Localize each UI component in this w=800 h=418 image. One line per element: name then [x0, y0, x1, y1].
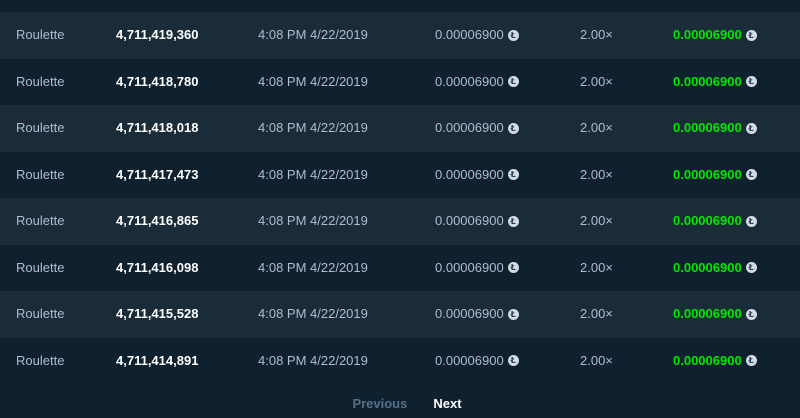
- bet-amount-value: 0.00006900: [435, 120, 504, 135]
- bet-id-cell[interactable]: 4,711,419,360: [116, 12, 198, 59]
- bet-amount-cell: 0.00006900: [435, 198, 519, 245]
- game-cell[interactable]: Roulette: [16, 245, 64, 292]
- time-cell: 4:08 PM 4/22/2019: [258, 306, 368, 321]
- multiplier-cell: 2.00×: [580, 27, 613, 42]
- multiplier-cell: 2.00×: [580, 352, 613, 368]
- table-row[interactable]: Roulette 4,711,415,528 4:08 PM 4/22/2019 0.…: [0, 291, 800, 338]
- litecoin-icon: [507, 355, 519, 367]
- payout-cell: 0.00006900: [673, 12, 757, 59]
- litecoin-icon: [745, 215, 757, 227]
- time-cell: 4:08 PM 4/22/2019: [258, 259, 368, 275]
- bet-id-cell[interactable]: 4,711,416,865: [116, 198, 198, 245]
- time-cell: 4:08 PM 4/22/2019: [258, 73, 368, 89]
- bet-id-cell[interactable]: 4,711,414,891: [116, 338, 198, 385]
- payout-value: 0.00006900: [673, 306, 742, 321]
- time-cell: 4:08 PM 4/22/2019: [258, 166, 368, 182]
- payout-cell: 0.00006900: [673, 338, 757, 385]
- bet-id-cell[interactable]: 4,711,416,098: [116, 245, 198, 292]
- bet-amount-value: 0.00006900: [435, 213, 504, 228]
- bet-amount-cell: 0.00006900: [435, 338, 519, 385]
- payout-cell: 0.00006900: [673, 59, 757, 106]
- multiplier-cell: 2.00×: [580, 213, 613, 228]
- bet-amount-value: 0.00006900: [435, 259, 504, 275]
- litecoin-icon: [745, 262, 757, 274]
- litecoin-icon: [507, 122, 519, 134]
- payout-cell: 0.00006900: [673, 291, 757, 338]
- multiplier-cell: 2.00×: [580, 259, 613, 275]
- litecoin-icon: [507, 308, 519, 320]
- litecoin-icon: [507, 215, 519, 227]
- multiplier-cell: 2.00×: [580, 166, 613, 182]
- pagination: Previous Next: [0, 396, 800, 418]
- time-cell: 4:08 PM 4/22/2019: [258, 120, 368, 135]
- litecoin-icon: [745, 76, 757, 88]
- bet-amount-cell: 0.00006900: [435, 105, 519, 152]
- litecoin-icon: [745, 169, 757, 181]
- game-cell[interactable]: Roulette: [16, 291, 64, 338]
- table-row[interactable]: Roulette 4,711,418,780 4:08 PM 4/22/2019 0.…: [0, 58, 800, 106]
- litecoin-icon: [507, 76, 519, 88]
- bet-amount-value: 0.00006900: [435, 352, 504, 368]
- payout-value: 0.00006900: [673, 213, 742, 228]
- bet-amount-cell: 0.00006900: [435, 245, 519, 292]
- payout-value: 0.00006900: [673, 120, 742, 135]
- payout-value: 0.00006900: [673, 27, 742, 42]
- game-cell[interactable]: Roulette: [16, 59, 64, 106]
- game-cell[interactable]: Roulette: [16, 105, 64, 152]
- time-cell: 4:08 PM 4/22/2019: [258, 352, 368, 368]
- litecoin-icon: [507, 29, 519, 41]
- game-cell[interactable]: Roulette: [16, 152, 64, 199]
- litecoin-icon: [507, 169, 519, 181]
- game-cell[interactable]: Roulette: [16, 198, 64, 245]
- bet-id-cell[interactable]: 4,711,418,018: [116, 105, 198, 152]
- time-cell: 4:08 PM 4/22/2019: [258, 213, 368, 228]
- bet-id-cell[interactable]: 4,711,415,528: [116, 291, 198, 338]
- bet-amount-value: 0.00006900: [435, 73, 504, 89]
- litecoin-icon: [745, 122, 757, 134]
- table-row[interactable]: Roulette 4,711,418,018 4:08 PM 4/22/2019 0.…: [0, 105, 800, 152]
- payout-value: 0.00006900: [673, 352, 742, 368]
- game-cell[interactable]: Roulette: [16, 338, 64, 385]
- bet-id-cell[interactable]: 4,711,417,473: [116, 152, 198, 199]
- bet-id-cell[interactable]: 4,711,418,780: [116, 59, 198, 106]
- payout-cell: 0.00006900: [673, 245, 757, 292]
- multiplier-cell: 2.00×: [580, 120, 613, 135]
- bets-table: Roulette 4,711,419,360 4:08 PM 4/22/2019 0.…: [0, 12, 800, 384]
- multiplier-cell: 2.00×: [580, 73, 613, 89]
- payout-cell: 0.00006900: [673, 198, 757, 245]
- payout-cell: 0.00006900: [673, 105, 757, 152]
- payout-value: 0.00006900: [673, 166, 742, 182]
- game-cell[interactable]: Roulette: [16, 12, 64, 59]
- payout-value: 0.00006900: [673, 259, 742, 275]
- bet-amount-cell: 0.00006900: [435, 59, 519, 106]
- table-row[interactable]: Roulette 4,711,417,473 4:08 PM 4/22/2019 0.…: [0, 151, 800, 199]
- table-row[interactable]: Roulette 4,711,416,865 4:08 PM 4/22/2019 0.…: [0, 198, 800, 245]
- table-row[interactable]: Roulette 4,711,416,098 4:08 PM 4/22/2019 0.…: [0, 244, 800, 292]
- bet-amount-cell: 0.00006900: [435, 12, 519, 59]
- bet-amount-value: 0.00006900: [435, 166, 504, 182]
- bet-amount-cell: 0.00006900: [435, 291, 519, 338]
- time-cell: 4:08 PM 4/22/2019: [258, 27, 368, 42]
- next-button[interactable]: Next: [433, 396, 461, 418]
- bet-amount-cell: 0.00006900: [435, 152, 519, 199]
- litecoin-icon: [507, 262, 519, 274]
- payout-cell: 0.00006900: [673, 152, 757, 199]
- multiplier-cell: 2.00×: [580, 306, 613, 321]
- bet-amount-value: 0.00006900: [435, 306, 504, 321]
- litecoin-icon: [745, 308, 757, 320]
- table-row[interactable]: Roulette 4,711,414,891 4:08 PM 4/22/2019 0.…: [0, 337, 800, 385]
- payout-value: 0.00006900: [673, 73, 742, 89]
- bet-amount-value: 0.00006900: [435, 27, 504, 42]
- table-row[interactable]: Roulette 4,711,419,360 4:08 PM 4/22/2019 0.…: [0, 12, 800, 59]
- previous-button[interactable]: Previous: [338, 396, 407, 418]
- litecoin-icon: [745, 29, 757, 41]
- litecoin-icon: [745, 355, 757, 367]
